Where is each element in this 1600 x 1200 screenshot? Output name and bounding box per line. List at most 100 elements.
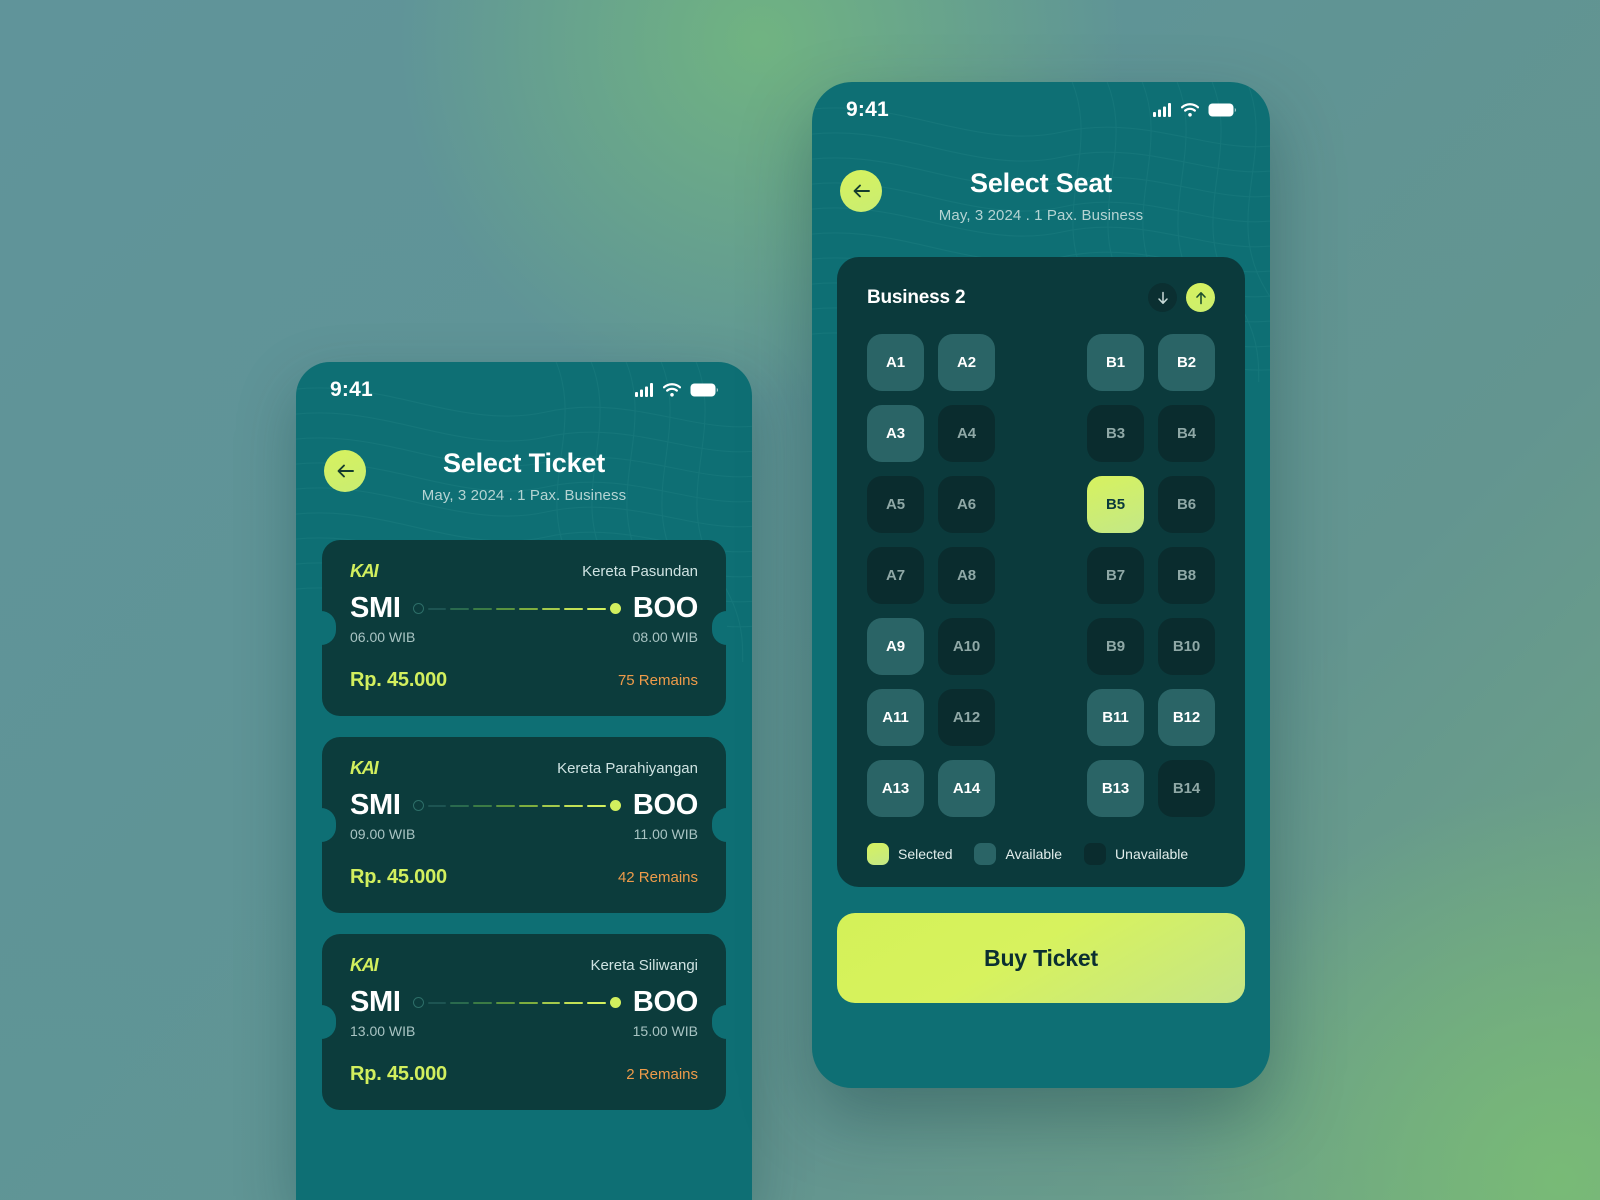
- legend-item-unavailable: Unavailable: [1084, 843, 1189, 866]
- legend-item-selected: Selected: [867, 843, 952, 866]
- seat-aisle: [1009, 405, 1073, 462]
- arrive-time: 08.00 WIB: [632, 629, 698, 646]
- seat-grid: A1 A2 B1 B2 A3 A4 B3 B4 A5 A6 B5 B6 A7 A8 B7 B8 A9 A10 B9 B…: [867, 334, 1215, 818]
- ticket-card-bottom: Rp. 45.000 42 Remains: [350, 866, 698, 889]
- ticket-price: Rp. 45.000: [350, 866, 447, 889]
- phone-select-ticket: 9:41 Select Ticket May, 3 2024 . 1 Pax. …: [296, 362, 752, 1200]
- seat-b4: B4: [1158, 405, 1215, 463]
- legend-label: Unavailable: [1115, 846, 1189, 863]
- seats-remaining: 42 Remains: [617, 869, 698, 887]
- header-text-block: Select Ticket May, 3 2024 . 1 Pax. Busin…: [324, 448, 724, 504]
- seat-a6: A6: [938, 476, 995, 534]
- phone-select-seat: 9:41 Select Seat May, 3 2024 . 1 Pax. Bu…: [812, 82, 1270, 1088]
- arrive-time: 11.00 WIB: [633, 826, 698, 843]
- seat-aisle: [1009, 689, 1073, 746]
- origin-station: SMI: [350, 592, 401, 625]
- legend-swatch-unavailable: [1084, 843, 1107, 866]
- seat-a7: A7: [867, 547, 924, 605]
- page-title: Select Seat: [970, 168, 1112, 198]
- seat-a5: A5: [867, 476, 924, 534]
- seat-b10: B10: [1158, 618, 1215, 676]
- seat-b6: B6: [1158, 476, 1215, 534]
- arrow-up-icon: [1195, 291, 1207, 305]
- seat-b9: B9: [1087, 618, 1144, 676]
- seat-a3[interactable]: A3: [867, 405, 924, 463]
- ticket-price: Rp. 45.000: [350, 1063, 447, 1086]
- seat-a1[interactable]: A1: [867, 334, 924, 392]
- destination-station: BOO: [632, 986, 698, 1019]
- status-time: 9:41: [330, 378, 373, 401]
- page-header: Select Ticket May, 3 2024 . 1 Pax. Busin…: [296, 418, 752, 504]
- depart-time: 13.00 WIB: [350, 1023, 416, 1040]
- legend-label: Available: [1005, 846, 1063, 863]
- ticket-card-top: KAI Kereta Parahiyangan: [350, 759, 698, 777]
- seat-a13[interactable]: A13: [867, 760, 924, 818]
- kai-logo: KAI: [350, 758, 379, 779]
- seat-b3: B3: [1087, 405, 1144, 463]
- header-text-block: Select Seat May, 3 2024 . 1 Pax. Busines…: [840, 168, 1242, 224]
- train-name: Kereta Pasundan: [582, 562, 698, 580]
- arrow-down-icon: [1157, 291, 1169, 305]
- legend-swatch-selected: [867, 843, 889, 866]
- ticket-card[interactable]: KAI Kereta Pasundan SMI BOO 06.00 WIB 08…: [322, 540, 726, 717]
- ticket-times: 13.00 WIB 15.00 WIB: [350, 1023, 698, 1039]
- seat-a14[interactable]: A14: [938, 760, 995, 818]
- seat-a9[interactable]: A9: [867, 618, 924, 676]
- status-icons: [1153, 103, 1236, 117]
- ticket-card-bottom: Rp. 45.000 75 Remains: [350, 669, 698, 692]
- battery-icon: [1208, 103, 1236, 117]
- train-name: Kereta Siliwangi: [590, 956, 698, 974]
- arrive-time: 15.00 WIB: [632, 1023, 698, 1040]
- seat-panel: Business 2 A1 A2 B1 B2 A3 A4 B3 B4 A5 A6…: [837, 257, 1245, 888]
- seat-b1[interactable]: B1: [1087, 334, 1144, 392]
- seat-b14: B14: [1158, 760, 1215, 818]
- page-subtitle: May, 3 2024 . 1 Pax. Business: [421, 487, 627, 505]
- origin-station: SMI: [350, 986, 401, 1019]
- coach-name: Business 2: [867, 286, 966, 308]
- previous-coach-button[interactable]: [1148, 283, 1177, 313]
- wifi-icon: [1181, 103, 1199, 117]
- battery-icon: [690, 383, 718, 397]
- ticket-card[interactable]: KAI Kereta Parahiyangan SMI BOO 09.00 WI…: [322, 737, 726, 914]
- seat-aisle: [1009, 476, 1073, 533]
- destination-station: BOO: [632, 592, 698, 625]
- seat-b5[interactable]: B5: [1087, 476, 1144, 534]
- ticket-card-top: KAI Kereta Pasundan: [350, 562, 698, 580]
- route-line-icon: [401, 800, 633, 812]
- ticket-card-top: KAI Kereta Siliwangi: [350, 956, 698, 974]
- depart-time: 09.00 WIB: [350, 826, 416, 843]
- status-time: 9:41: [846, 98, 889, 121]
- page-subtitle: May, 3 2024 . 1 Pax. Business: [938, 207, 1144, 225]
- seat-b11[interactable]: B11: [1087, 689, 1144, 747]
- seat-b12[interactable]: B12: [1158, 689, 1215, 747]
- kai-logo: KAI: [350, 955, 379, 976]
- page-title: Select Ticket: [443, 448, 605, 478]
- destination-station: BOO: [632, 789, 698, 822]
- ticket-times: 06.00 WIB 08.00 WIB: [350, 629, 698, 645]
- route-line-icon: [401, 603, 633, 615]
- kai-logo: KAI: [350, 561, 379, 582]
- seat-a11[interactable]: A11: [867, 689, 924, 747]
- status-bar: 9:41: [296, 362, 752, 418]
- page-header: Select Seat May, 3 2024 . 1 Pax. Busines…: [812, 138, 1270, 224]
- ticket-route: SMI BOO: [350, 791, 698, 820]
- signal-icon: [1153, 103, 1172, 117]
- ticket-route: SMI BOO: [350, 988, 698, 1017]
- buy-ticket-button[interactable]: Buy Ticket: [837, 913, 1245, 1004]
- ticket-card[interactable]: KAI Kereta Siliwangi SMI BOO 13.00 WIB 1…: [322, 934, 726, 1111]
- seat-aisle: [1009, 334, 1073, 391]
- wifi-icon: [663, 383, 681, 397]
- seat-a12: A12: [938, 689, 995, 747]
- legend-swatch-available: [974, 843, 997, 866]
- seat-b13[interactable]: B13: [1087, 760, 1144, 818]
- next-coach-button[interactable]: [1186, 283, 1215, 313]
- train-name: Kereta Parahiyangan: [557, 759, 698, 777]
- seat-a4: A4: [938, 405, 995, 463]
- seat-b2[interactable]: B2: [1158, 334, 1215, 392]
- seat-a2[interactable]: A2: [938, 334, 995, 392]
- seats-remaining: 2 Remains: [626, 1066, 698, 1084]
- status-bar: 9:41: [812, 82, 1270, 138]
- status-icons: [635, 383, 718, 397]
- seat-a8: A8: [938, 547, 995, 605]
- seat-panel-header: Business 2: [867, 283, 1215, 313]
